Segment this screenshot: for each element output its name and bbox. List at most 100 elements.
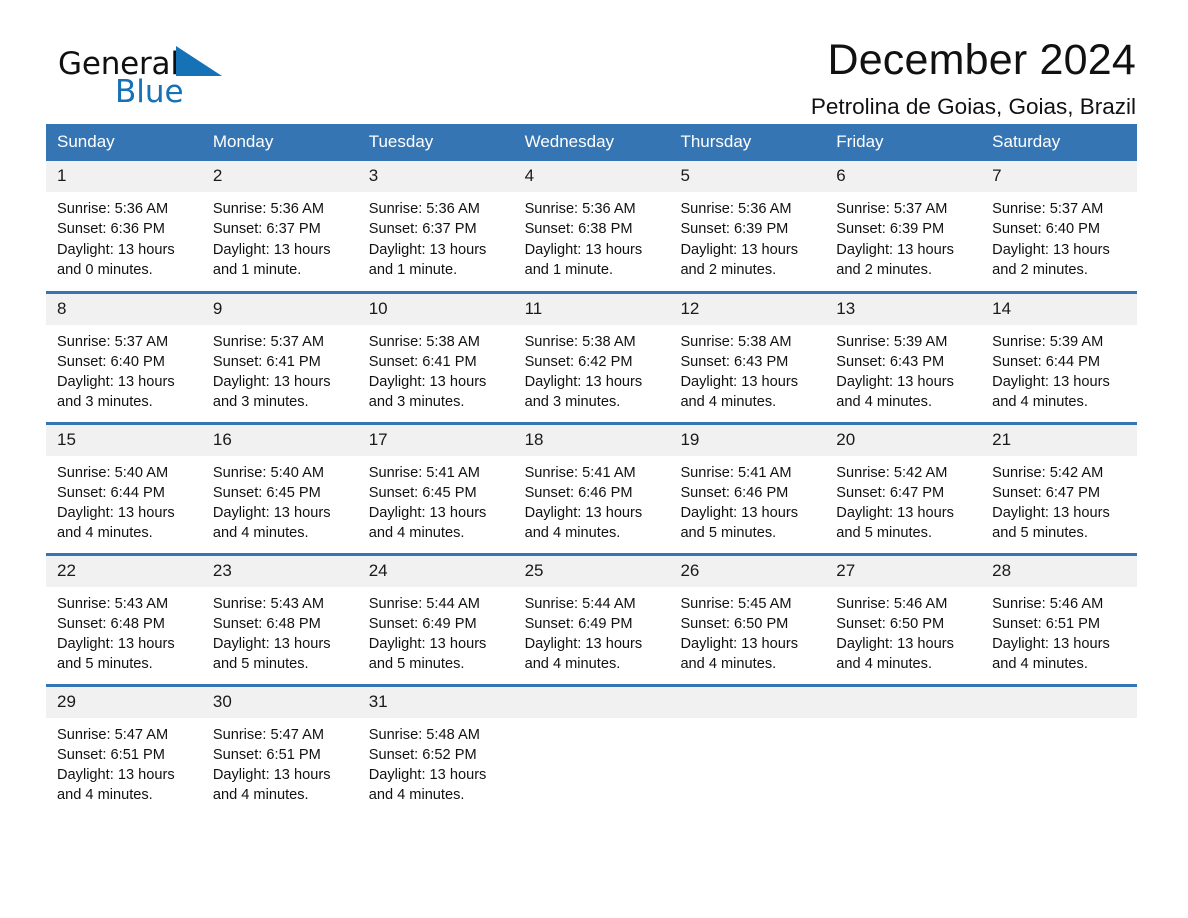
day-number: 24 xyxy=(357,555,514,587)
calendar-day-cell[interactable]: 1 Sunrise: 5:36 AM Sunset: 6:36 PM Daylight… xyxy=(46,161,202,292)
sunset-text: Sunset: 6:40 PM xyxy=(57,353,165,370)
sunrise-text: Sunrise: 5:40 AM xyxy=(57,464,169,481)
calendar-day-cell[interactable]: 11 Sunrise: 5:38 AM Sunset: 6:42 PM Dayligh… xyxy=(513,290,670,423)
daylight-text-line1: Daylight: 13 hours xyxy=(57,374,175,391)
sunrise-text: Sunrise: 5:46 AM xyxy=(836,595,948,612)
calendar-day-cell[interactable]: 20 Sunrise: 5:42 AM Sunset: 6:47 PM Dayligh… xyxy=(825,421,982,554)
calendar-day-cell[interactable]: 23 Sunrise: 5:43 AM Sunset: 6:48 PM Dayligh… xyxy=(201,552,358,685)
daylight-text-line1: Daylight: 13 hours xyxy=(992,374,1110,391)
calendar-body: 1 Sunrise: 5:36 AM Sunset: 6:36 PM Daylight… xyxy=(46,161,1138,816)
calendar-day-cell[interactable]: 21 Sunrise: 5:42 AM Sunset: 6:47 PM Dayligh… xyxy=(981,421,1138,554)
daylight-text-line2: and 4 minutes. xyxy=(212,787,309,804)
calendar-day-cell[interactable]: 12 Sunrise: 5:38 AM Sunset: 6:43 PM Dayligh… xyxy=(669,290,826,423)
daylight-text-line2: and 5 minutes. xyxy=(368,656,465,673)
day-details: Sunrise: 5:44 AM Sunset: 6:49 PM Daylight:… xyxy=(358,587,514,675)
day-details: Sunrise: 5:39 AM Sunset: 6:43 PM Daylight:… xyxy=(825,325,981,413)
day-number: 28 xyxy=(981,555,1138,587)
daylight-text-line1: Daylight: 13 hours xyxy=(212,374,331,391)
daylight-text-line1: Daylight: 13 hours xyxy=(836,505,954,522)
calendar-day-cell-empty xyxy=(981,683,1138,816)
day-details: Sunrise: 5:42 AM Sunset: 6:47 PM Daylight:… xyxy=(825,456,981,544)
day-number: 30 xyxy=(201,686,358,718)
daylight-text-line2: and 1 minute. xyxy=(368,261,458,278)
day-details: Sunrise: 5:46 AM Sunset: 6:50 PM Daylight:… xyxy=(825,587,981,675)
calendar-day-cell[interactable]: 29 Sunrise: 5:47 AM Sunset: 6:51 PM Dayligh… xyxy=(46,683,202,816)
day-details: Sunrise: 5:37 AM Sunset: 6:40 PM Daylight:… xyxy=(46,325,202,413)
calendar-day-cell[interactable]: 18 Sunrise: 5:41 AM Sunset: 6:46 PM Dayligh… xyxy=(513,421,670,554)
weekday-header-sunday: Sunday xyxy=(46,124,202,161)
sunset-text: Sunset: 6:41 PM xyxy=(368,353,477,370)
calendar-week-row: 8 Sunrise: 5:37 AM Sunset: 6:40 PM Daylight… xyxy=(46,290,1138,423)
calendar-day-cell[interactable]: 4 Sunrise: 5:36 AM Sunset: 6:38 PM Daylight… xyxy=(513,161,670,292)
daylight-text-line1: Daylight: 13 hours xyxy=(836,636,954,653)
calendar-day-cell[interactable]: 22 Sunrise: 5:43 AM Sunset: 6:48 PM Dayligh… xyxy=(46,552,202,685)
day-number: 6 xyxy=(825,161,982,192)
sunset-text: Sunset: 6:44 PM xyxy=(57,484,165,501)
calendar-day-cell[interactable]: 26 Sunrise: 5:45 AM Sunset: 6:50 PM Dayligh… xyxy=(669,552,826,685)
calendar-day-cell[interactable]: 2 Sunrise: 5:36 AM Sunset: 6:37 PM Daylight… xyxy=(201,161,358,292)
sunrise-text: Sunrise: 5:36 AM xyxy=(680,201,792,217)
sunrise-text: Sunrise: 5:41 AM xyxy=(524,464,636,481)
calendar-day-cell[interactable]: 24 Sunrise: 5:44 AM Sunset: 6:49 PM Dayligh… xyxy=(357,552,514,685)
calendar-day-cell[interactable]: 3 Sunrise: 5:36 AM Sunset: 6:37 PM Daylight… xyxy=(357,161,514,292)
day-details: Sunrise: 5:41 AM Sunset: 6:45 PM Daylight:… xyxy=(358,456,514,544)
calendar-day-cell[interactable]: 10 Sunrise: 5:38 AM Sunset: 6:41 PM Dayligh… xyxy=(357,290,514,423)
sunrise-text: Sunrise: 5:38 AM xyxy=(524,333,636,350)
sunrise-text: Sunrise: 5:47 AM xyxy=(212,726,324,743)
calendar-day-cell[interactable]: 7 Sunrise: 5:37 AM Sunset: 6:40 PM Daylight… xyxy=(981,161,1138,292)
calendar-day-cell[interactable]: 5 Sunrise: 5:36 AM Sunset: 6:39 PM Daylight… xyxy=(669,161,826,292)
day-number: 27 xyxy=(825,555,982,587)
sunrise-text: Sunrise: 5:36 AM xyxy=(212,201,324,217)
day-details: Sunrise: 5:37 AM Sunset: 6:41 PM Daylight:… xyxy=(202,325,358,413)
generalblue-logo[interactable]: General Blue xyxy=(58,46,238,116)
calendar-day-cell[interactable]: 9 Sunrise: 5:37 AM Sunset: 6:41 PM Daylight… xyxy=(201,290,358,423)
calendar-day-cell[interactable]: 28 Sunrise: 5:46 AM Sunset: 6:51 PM Dayligh… xyxy=(981,552,1138,685)
sunset-text: Sunset: 6:41 PM xyxy=(212,353,321,370)
daylight-text-line2: and 2 minutes. xyxy=(680,261,777,278)
daylight-text-line1: Daylight: 13 hours xyxy=(368,636,487,653)
daylight-text-line1: Daylight: 13 hours xyxy=(836,241,954,258)
sunset-text: Sunset: 6:45 PM xyxy=(368,484,477,501)
calendar-day-cell-empty xyxy=(669,683,826,816)
calendar-day-cell[interactable]: 30 Sunrise: 5:47 AM Sunset: 6:51 PM Dayligh… xyxy=(201,683,358,816)
calendar-day-cell[interactable]: 19 Sunrise: 5:41 AM Sunset: 6:46 PM Dayligh… xyxy=(669,421,826,554)
day-number: 1 xyxy=(46,161,202,192)
calendar-day-cell[interactable]: 14 Sunrise: 5:39 AM Sunset: 6:44 PM Dayligh… xyxy=(981,290,1138,423)
sunrise-text: Sunrise: 5:46 AM xyxy=(992,595,1104,612)
daylight-text-line1: Daylight: 13 hours xyxy=(836,374,954,391)
calendar-day-cell[interactable]: 13 Sunrise: 5:39 AM Sunset: 6:43 PM Dayligh… xyxy=(825,290,982,423)
calendar-day-cell[interactable]: 6 Sunrise: 5:37 AM Sunset: 6:39 PM Daylight… xyxy=(825,161,982,292)
weekday-header-thursday: Thursday xyxy=(669,124,826,161)
daylight-text-line1: Daylight: 13 hours xyxy=(212,505,331,522)
daylight-text-line2: and 4 minutes. xyxy=(680,656,777,673)
daylight-text-line2: and 4 minutes. xyxy=(57,525,153,542)
daylight-text-line2: and 5 minutes. xyxy=(57,656,153,673)
daylight-text-line2: and 3 minutes. xyxy=(524,394,621,411)
sunrise-text: Sunrise: 5:41 AM xyxy=(680,464,792,481)
calendar-day-cell[interactable]: 27 Sunrise: 5:46 AM Sunset: 6:50 PM Dayligh… xyxy=(825,552,982,685)
calendar-day-cell[interactable]: 31 Sunrise: 5:48 AM Sunset: 6:52 PM Dayligh… xyxy=(357,683,514,816)
calendar-day-cell[interactable]: 8 Sunrise: 5:37 AM Sunset: 6:40 PM Daylight… xyxy=(46,290,202,423)
weekday-header-monday: Monday xyxy=(201,124,358,161)
calendar-day-cell[interactable]: 15 Sunrise: 5:40 AM Sunset: 6:44 PM Dayligh… xyxy=(46,421,202,554)
day-number: 12 xyxy=(669,293,826,325)
daylight-text-line2: and 4 minutes. xyxy=(836,656,933,673)
day-details: Sunrise: 5:38 AM Sunset: 6:42 PM Daylight:… xyxy=(514,325,670,413)
daylight-text-line2: and 4 minutes. xyxy=(524,656,621,673)
calendar-day-cell[interactable]: 25 Sunrise: 5:44 AM Sunset: 6:49 PM Dayligh… xyxy=(513,552,670,685)
sunset-text: Sunset: 6:40 PM xyxy=(992,221,1101,238)
sunrise-text: Sunrise: 5:48 AM xyxy=(368,726,480,743)
calendar-day-cell[interactable]: 17 Sunrise: 5:41 AM Sunset: 6:45 PM Dayligh… xyxy=(357,421,514,554)
sunrise-text: Sunrise: 5:41 AM xyxy=(368,464,480,481)
daylight-text-line1: Daylight: 13 hours xyxy=(992,505,1110,522)
daylight-text-line1: Daylight: 13 hours xyxy=(680,241,799,258)
sunrise-text: Sunrise: 5:40 AM xyxy=(212,464,324,481)
daylight-text-line2: and 2 minutes. xyxy=(836,261,933,278)
sunrise-text: Sunrise: 5:42 AM xyxy=(836,464,948,481)
calendar-day-cell-empty xyxy=(825,683,982,816)
daylight-text-line1: Daylight: 13 hours xyxy=(524,636,643,653)
calendar-day-cell[interactable]: 16 Sunrise: 5:40 AM Sunset: 6:45 PM Dayligh… xyxy=(201,421,358,554)
day-number: 25 xyxy=(513,555,670,587)
day-number: 8 xyxy=(46,293,202,325)
calendar-week-row: 29 Sunrise: 5:47 AM Sunset: 6:51 PM Dayligh… xyxy=(46,683,1138,816)
